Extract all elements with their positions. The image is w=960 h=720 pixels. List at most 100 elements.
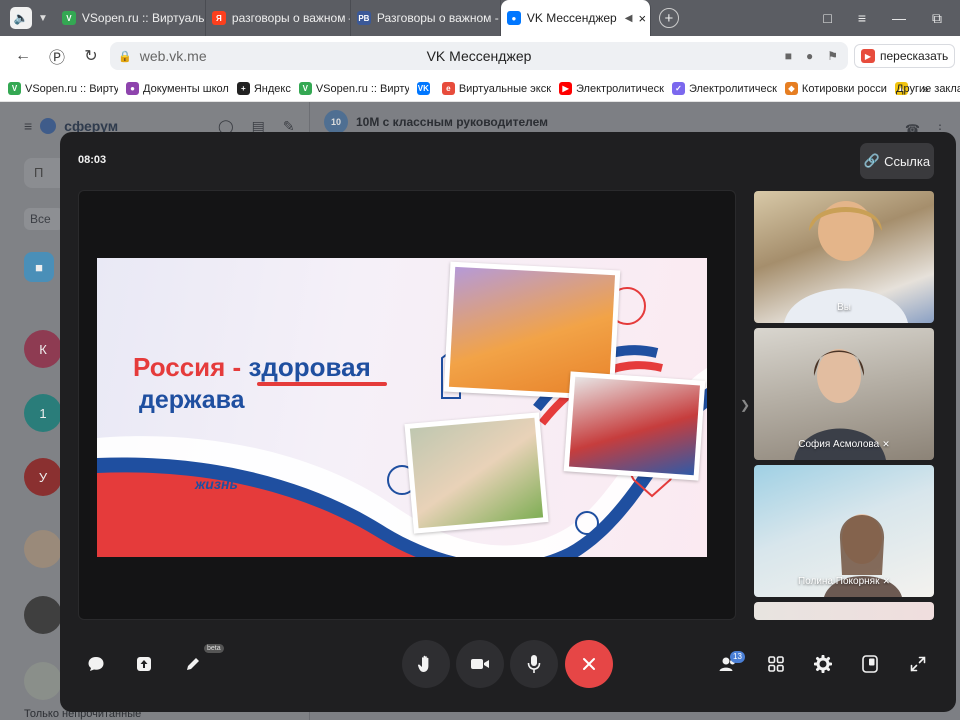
bookmark-item[interactable]: ● Документы школ <box>126 82 229 95</box>
participant-name-text: Полина Покорняк <box>797 576 880 587</box>
share-screen-icon[interactable] <box>126 646 162 682</box>
vk-icon: VK <box>416 82 430 95</box>
tab-vk-messenger[interactable]: ● VK Мессенджер ◀ × <box>500 0 651 36</box>
bookmarks-bar: V VSopen.ru :: Вирту ● Документы школ + Янд… <box>0 76 960 102</box>
avatar-photo[interactable] <box>24 662 62 700</box>
bookmark-icon[interactable]: ⚑ <box>827 49 838 63</box>
slide-title: Россия - здоровая <box>133 352 371 383</box>
minimize-icon[interactable]: — <box>892 10 906 26</box>
retell-label: пересказать <box>880 49 949 63</box>
retell-button[interactable]: ▶ пересказать <box>854 44 956 68</box>
fullscreen-icon[interactable] <box>900 646 936 682</box>
participant-tile-self[interactable]: Вы <box>754 191 934 323</box>
grid-layout-icon[interactable] <box>758 646 794 682</box>
settings-icon[interactable] <box>805 646 841 682</box>
bookmark-item[interactable]: + Яндекс <box>236 82 291 95</box>
yandex-logo-icon[interactable]: Ⓟ <box>46 44 68 68</box>
address-bar: ← Ⓟ ↻ 🔒 web.vk.me VK Мессенджер ■ ● ⚑ ▶ … <box>0 36 960 76</box>
url-text: web.vk.me <box>139 48 207 64</box>
other-bookmarks[interactable]: Другие заклад <box>896 83 960 95</box>
photo-kids-sports <box>563 371 706 481</box>
camera-icon[interactable]: ■ <box>785 49 792 63</box>
collapse-participants-icon[interactable]: ❯ <box>740 398 750 412</box>
slide-title-dash: - <box>232 352 242 382</box>
docs-icon: ● <box>126 82 139 95</box>
call-timer: 08:03 <box>78 154 107 166</box>
bookmark-item[interactable]: ▶ Электролитическ <box>559 82 664 95</box>
chat-icon[interactable] <box>78 646 114 682</box>
youtube-icon: ▶ <box>559 82 573 95</box>
bookmark-item[interactable]: V VSopen.ru :: Вирту <box>298 82 409 95</box>
excursion-icon: е <box>441 82 455 95</box>
lock-icon: 🔒 <box>118 50 132 63</box>
url-input[interactable]: 🔒 web.vk.me VK Мессенджер ■ ● ⚑ <box>110 42 848 70</box>
retell-icon: ▶ <box>861 49 875 63</box>
shield-icon: ✓ <box>671 82 685 95</box>
bookmark-label: Электролитическ <box>576 82 664 95</box>
participant-name: Полина Покорняк ✕ <box>754 576 934 587</box>
participant-name-text: София Асмолова <box>798 439 880 450</box>
quotes-icon: ◆ <box>784 82 798 95</box>
bookmark-label: Документы школ <box>143 82 229 95</box>
filter-all[interactable]: Все <box>24 208 64 230</box>
slide-title-part2: здоровая <box>248 352 371 382</box>
bookmark-item[interactable]: V VSopen.ru :: Вирту <box>8 82 118 95</box>
new-tab-button[interactable]: + <box>658 8 679 28</box>
bookmark-panel-icon[interactable]: □ <box>823 10 831 26</box>
photo-girl-salad <box>404 412 549 534</box>
avatar[interactable]: К <box>24 330 62 368</box>
avatar[interactable]: 1 <box>24 394 62 432</box>
bookmark-item[interactable]: ◆ Котировки росси <box>784 82 887 95</box>
omnibox-actions: ■ ● ⚑ <box>785 49 838 63</box>
restore-icon[interactable]: ⧉ <box>932 10 942 27</box>
microphone-button[interactable] <box>510 640 558 688</box>
end-call-button[interactable] <box>565 640 613 688</box>
tab-razgovory[interactable]: PB Разговоры о важном - Ро <box>351 0 501 36</box>
copy-link-button[interactable]: 🔗 Ссылка <box>860 143 934 179</box>
browser-tab-bar: 🔈 ▼ V VSopen.ru :: Виртуальная Я разгово… <box>0 0 960 36</box>
participant-tile[interactable]: София Асмолова ✕ <box>754 328 934 460</box>
page-title: VK Мессенджер <box>426 48 532 64</box>
chevron-down-icon[interactable]: ▼ <box>38 13 48 24</box>
chat-header: 10 10М с классным руководителем <box>324 110 548 134</box>
sound-icon[interactable]: 🔈 <box>10 7 32 29</box>
reload-icon[interactable]: ↻ <box>80 46 102 66</box>
beta-badge: beta <box>204 644 224 653</box>
bookmark-label: Электролитическ <box>688 82 777 95</box>
back-icon[interactable]: ← <box>12 47 34 65</box>
bookmark-label: Яндекс <box>253 82 291 95</box>
screen-share-stage[interactable]: Россия - здоровая держава жизнь <box>78 190 736 620</box>
link-icon: 🔗 <box>863 153 881 168</box>
participant-tile[interactable]: Полина Покорняк ✕ <box>754 465 934 597</box>
vsopen-icon: V <box>298 82 312 95</box>
camera-button[interactable] <box>456 640 504 688</box>
tab-label: Разговоры о важном - Ро <box>376 11 500 25</box>
vsopen-icon: V <box>61 11 76 25</box>
raise-hand-button[interactable] <box>402 640 450 688</box>
avatar-photo[interactable] <box>24 596 62 634</box>
picture-in-picture-icon[interactable] <box>852 646 888 682</box>
vsopen-icon: V <box>8 82 21 95</box>
avatar[interactable]: У <box>24 458 62 496</box>
chat-title[interactable]: 10М с классным руководителем <box>356 115 548 129</box>
tab-vsopen[interactable]: V VSopen.ru :: Виртуальная <box>56 0 206 36</box>
rv-icon: PB <box>356 11 371 25</box>
menu-icon[interactable]: ≡ <box>858 10 866 26</box>
slide-tagline: жизнь <box>195 476 238 492</box>
bookmark-item[interactable]: ✓ Электролитическ <box>671 82 777 95</box>
yandex-icon: Я <box>211 11 226 25</box>
mic-icon[interactable]: ● <box>806 49 813 63</box>
participant-name: Вы <box>754 302 934 313</box>
avatar-photo[interactable] <box>24 530 62 568</box>
participant-tile-partial[interactable] <box>754 602 934 620</box>
tab-label: VK Мессенджер <box>526 11 617 25</box>
bookmark-item[interactable]: VK <box>416 82 434 95</box>
bookmark-item[interactable]: е Виртуальные экск <box>441 82 552 95</box>
speaker-icon[interactable]: ◀ <box>625 13 633 24</box>
tab-yandex-search[interactable]: Я разговоры о важном — Я <box>206 0 351 36</box>
bookmark-label: Виртуальные экск <box>458 82 552 95</box>
close-icon[interactable]: × <box>638 11 646 26</box>
hamburger-icon[interactable]: ≡ <box>24 118 32 134</box>
group-avatar[interactable]: ■ <box>24 252 54 282</box>
sferum-logo <box>40 118 57 134</box>
